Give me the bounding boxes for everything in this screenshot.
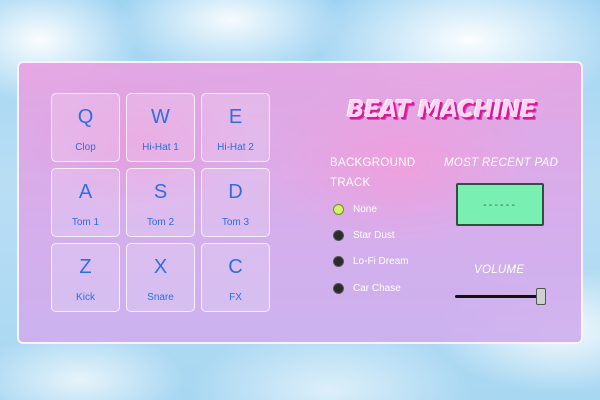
background-track-label: BACKGROUND TRACK <box>330 153 430 193</box>
drum-pad-w[interactable]: W Hi-Hat 1 <box>126 93 195 162</box>
pad-key: S <box>153 181 168 203</box>
drum-pad-s[interactable]: S Tom 2 <box>126 168 195 237</box>
pad-sound-label: Snare <box>147 292 174 303</box>
pad-key: Q <box>77 106 94 128</box>
pad-sound-label: Tom 2 <box>146 217 175 228</box>
pad-sound-label: Tom 3 <box>221 217 250 228</box>
pad-key: E <box>228 106 243 128</box>
drum-pad-c[interactable]: C FX <box>201 243 270 312</box>
volume-label: VOLUME <box>474 264 525 276</box>
radio-indicator[interactable] <box>333 204 344 215</box>
pad-sound-label: Hi-Hat 1 <box>142 142 179 153</box>
track-option-label: Car Chase <box>353 283 401 294</box>
pad-key: W <box>151 106 170 128</box>
drum-pad-e[interactable]: E Hi-Hat 2 <box>201 93 270 162</box>
pad-key: D <box>228 181 243 203</box>
app-title: BEAT MACHINE <box>347 97 536 123</box>
beat-machine-panel: Q Clop W Hi-Hat 1 E Hi-Hat 2 A Tom 1 S T… <box>17 61 583 344</box>
radio-indicator[interactable] <box>333 230 344 241</box>
track-option-car-chase[interactable]: Car Chase <box>333 283 401 294</box>
track-option-label: Star Dust <box>353 230 395 241</box>
background-track-label-line2: TRACK <box>330 177 371 189</box>
drum-pad-q[interactable]: Q Clop <box>51 93 120 162</box>
pad-key: A <box>78 181 93 203</box>
pad-key: C <box>228 256 243 278</box>
radio-indicator[interactable] <box>333 283 344 294</box>
drum-pad-grid: Q Clop W Hi-Hat 1 E Hi-Hat 2 A Tom 1 S T… <box>51 93 270 312</box>
recent-pad-display: ------ <box>456 183 544 226</box>
pad-sound-label: Hi-Hat 2 <box>217 142 254 153</box>
pad-key: X <box>153 256 168 278</box>
volume-slider[interactable] <box>455 288 546 305</box>
drum-pad-x[interactable]: X Snare <box>126 243 195 312</box>
most-recent-pad-label: MOST RECENT PAD <box>444 157 559 169</box>
track-option-label: Lo-Fi Dream <box>353 256 409 267</box>
volume-slider-track[interactable] <box>455 295 541 298</box>
track-option-label: None <box>353 204 377 215</box>
pad-sound-label: FX <box>229 292 242 303</box>
pad-sound-label: Clop <box>75 142 96 153</box>
drum-pad-d[interactable]: D Tom 3 <box>201 168 270 237</box>
track-option-lo-fi-dream[interactable]: Lo-Fi Dream <box>333 256 409 267</box>
radio-indicator[interactable] <box>333 256 344 267</box>
pad-sound-label: Kick <box>76 292 95 303</box>
pad-sound-label: Tom 1 <box>71 217 100 228</box>
track-option-star-dust[interactable]: Star Dust <box>333 230 395 241</box>
pad-key: Z <box>79 256 92 278</box>
drum-pad-a[interactable]: A Tom 1 <box>51 168 120 237</box>
volume-slider-thumb[interactable] <box>536 288 546 305</box>
track-option-none[interactable]: None <box>333 204 377 215</box>
background-track-label-line1: BACKGROUND <box>330 157 416 169</box>
drum-pad-z[interactable]: Z Kick <box>51 243 120 312</box>
